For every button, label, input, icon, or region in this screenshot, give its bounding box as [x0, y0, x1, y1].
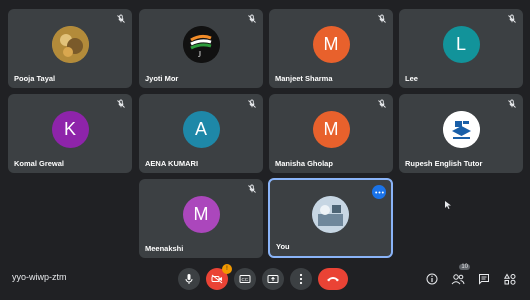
info-icon	[426, 273, 438, 285]
svg-text:J: J	[198, 50, 201, 59]
avatar-initial: M	[323, 34, 339, 55]
more-horiz-icon	[374, 191, 384, 193]
participant-name: AENA KUMARI	[145, 159, 199, 168]
call-end-icon	[327, 277, 339, 282]
mic-icon	[185, 274, 193, 284]
participant-count: 10	[459, 264, 470, 270]
mouse-cursor-icon	[445, 201, 451, 209]
avatar: L	[442, 26, 480, 64]
participant-name: Jyoti Mor	[145, 74, 179, 83]
mic-off-icon	[508, 14, 516, 23]
mic-off-icon	[248, 14, 256, 23]
participant-tile[interactable]: L Lee	[399, 9, 523, 88]
participant-name: Rupesh English Tutor	[405, 159, 483, 168]
avatar-initial: K	[63, 119, 76, 140]
mic-off-icon	[248, 184, 256, 193]
captions-button[interactable]: CC	[234, 268, 256, 290]
participant-name: Manjeet Sharma	[275, 74, 333, 83]
mic-off-icon	[248, 99, 256, 108]
svg-text:CC: CC	[242, 277, 249, 282]
participant-name: Manisha Gholap	[275, 159, 333, 168]
mic-off-icon	[508, 99, 516, 108]
participant-tile[interactable]: K Komal Grewal	[8, 94, 132, 173]
avatar	[312, 195, 349, 233]
mic-off-icon	[117, 14, 125, 23]
avatar: M	[312, 26, 350, 64]
avatar	[442, 111, 480, 149]
avatar: M	[182, 196, 220, 234]
avatar: K	[51, 111, 89, 149]
more-options-button[interactable]	[372, 185, 386, 199]
bottom-toolbar: yyo-wiwp-ztm ! CC 10	[0, 260, 530, 300]
participant-tile[interactable]: M Manjeet Sharma	[269, 9, 393, 88]
participant-tile[interactable]: M Manisha Gholap	[269, 94, 393, 173]
participant-tile[interactable]: J Jyoti Mor	[139, 9, 263, 88]
avatar: J	[182, 26, 220, 64]
mic-off-icon	[378, 14, 386, 23]
more-options-toolbar-button[interactable]	[290, 268, 312, 290]
leave-call-button[interactable]	[318, 268, 348, 290]
mic-off-icon	[117, 99, 125, 108]
avatar-initial: M	[193, 204, 209, 225]
present-button[interactable]	[262, 268, 284, 290]
participant-name: Meenakshi	[145, 244, 184, 253]
avatar: A	[182, 111, 220, 149]
self-tile[interactable]: You	[268, 178, 393, 258]
camera-button[interactable]: !	[206, 264, 232, 290]
avatar	[51, 26, 89, 64]
activities-button[interactable]	[502, 271, 518, 287]
participant-tile[interactable]: Rupesh English Tutor	[399, 94, 523, 173]
closed-caption-icon: CC	[239, 275, 251, 283]
avatar-initial: M	[323, 119, 339, 140]
participant-name: Pooja Tayal	[14, 74, 56, 83]
participant-tile[interactable]: A AENA KUMARI	[139, 94, 263, 173]
warning-badge: !	[222, 264, 232, 274]
mic-off-icon	[378, 99, 386, 108]
participant-name: You	[276, 242, 290, 251]
participant-name: Komal Grewal	[14, 159, 65, 168]
avatar: M	[312, 111, 350, 149]
activities-icon	[504, 273, 516, 285]
present-to-all-icon	[267, 275, 279, 283]
meeting-code: yyo-wiwp-ztm	[12, 272, 67, 282]
more-vert-icon	[299, 273, 303, 285]
chat-icon	[479, 274, 489, 285]
videocam-off-icon	[211, 274, 223, 284]
participant-tile[interactable]: M Meenakshi	[139, 179, 263, 258]
microphone-button[interactable]	[178, 268, 200, 290]
participant-name: Lee	[405, 74, 418, 83]
participants-button[interactable]: 10	[450, 264, 470, 287]
chat-button[interactable]	[476, 271, 492, 287]
meeting-details-button[interactable]	[424, 271, 440, 287]
avatar-initial: A	[194, 119, 207, 140]
people-icon	[451, 274, 465, 285]
participant-tile[interactable]: Pooja Tayal	[8, 9, 132, 88]
avatar-initial: L	[455, 34, 466, 55]
